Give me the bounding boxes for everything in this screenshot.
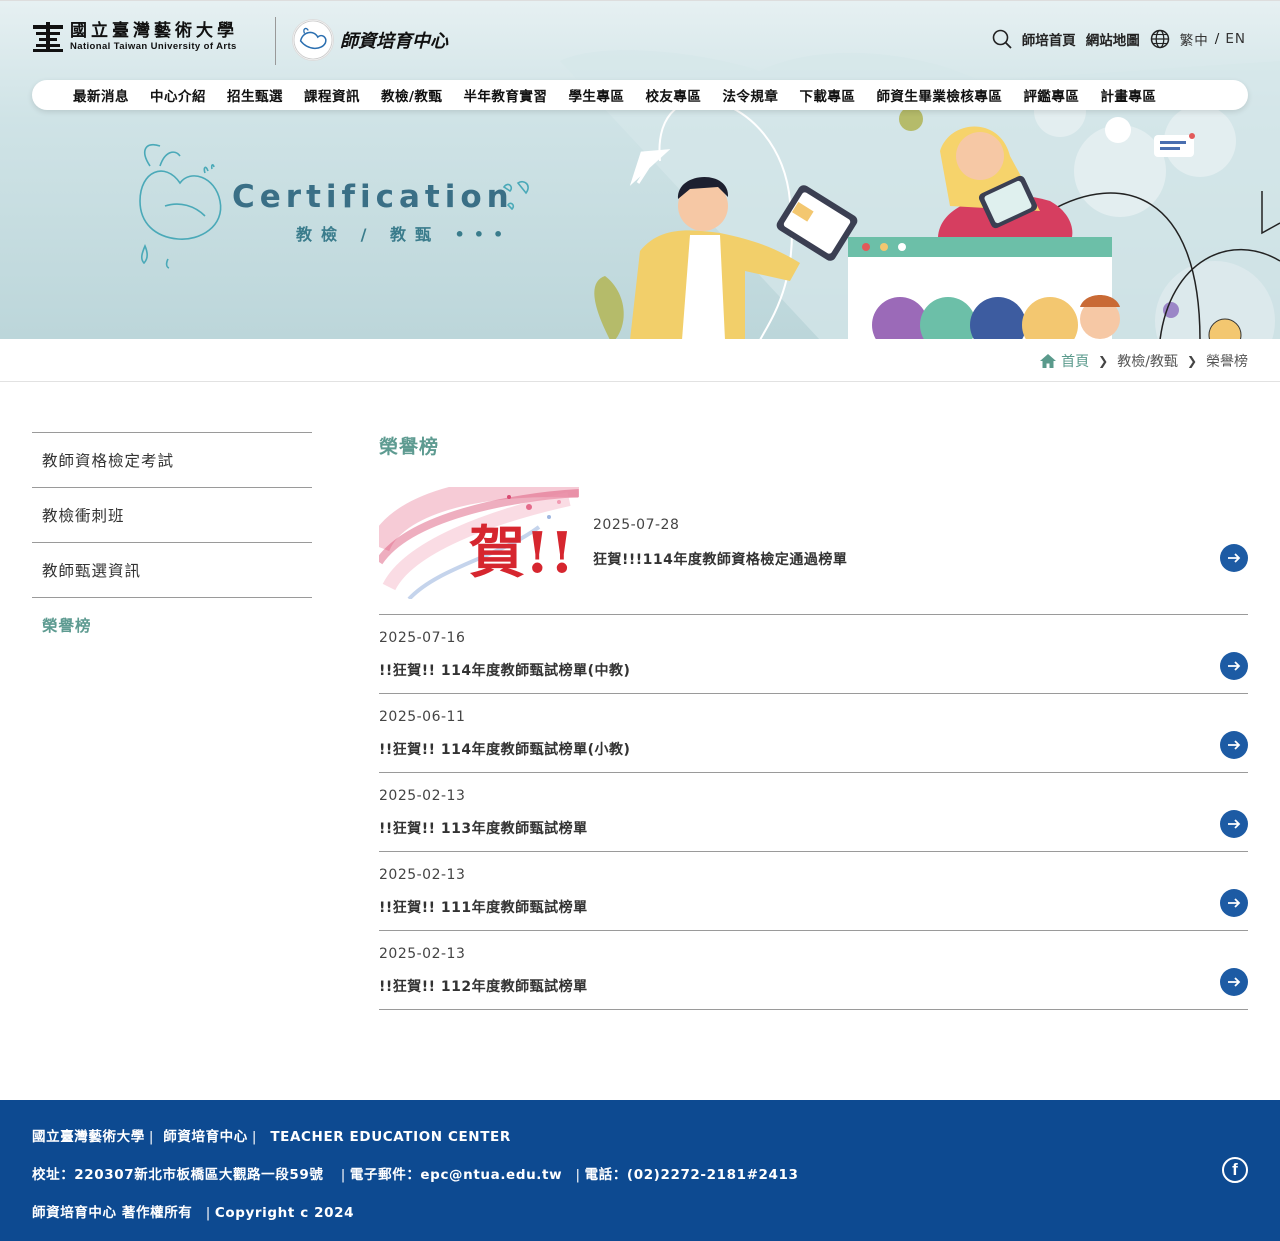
- nav-item-certification[interactable]: 教檢/教甄: [381, 85, 442, 105]
- news-title[interactable]: !!狂賀!! 114年度教師甄試榜單(小教): [379, 739, 630, 759]
- list-item[interactable]: 2025-07-16 !!狂賀!! 114年度教師甄試榜單(中教): [379, 615, 1248, 694]
- news-title[interactable]: !!狂賀!! 112年度教師甄試榜單: [379, 976, 588, 996]
- news-arrow-button[interactable]: [1220, 810, 1248, 838]
- lang-separator: /: [1214, 31, 1220, 47]
- chevron-right-icon: ❯: [1098, 354, 1109, 368]
- arrow-right-icon: [1228, 661, 1241, 671]
- nav-item-news[interactable]: 最新消息: [73, 85, 129, 105]
- footer-copyright: Copyright c 2024: [214, 1205, 355, 1221]
- lang-en-link[interactable]: EN: [1225, 31, 1246, 47]
- nav-item-downloads[interactable]: 下載專區: [799, 85, 855, 105]
- teacher-center-whale-icon: [292, 19, 334, 61]
- footer-department-en: TEACHER EDUCATION CENTER: [270, 1129, 511, 1145]
- banner-title: Certification: [232, 179, 514, 215]
- news-date: 2025-02-13: [379, 946, 466, 962]
- logo-divider: [275, 17, 276, 65]
- footer-university: 國立臺灣藝術大學: [32, 1129, 145, 1145]
- sidebar-item-sprint-class[interactable]: 教檢衝刺班: [32, 487, 312, 542]
- news-date: 2025-02-13: [379, 867, 466, 883]
- main-nav: 最新消息 中心介紹 招生甄選 課程資訊 教檢/教甄 半年教育實習 學生專區 校友…: [32, 80, 1248, 110]
- hero-banner: 國立臺灣藝術大學 National Taiwan University of A…: [0, 0, 1280, 339]
- news-title[interactable]: !!狂賀!! 113年度教師甄試榜單: [379, 818, 588, 838]
- arrow-right-icon: [1228, 819, 1241, 829]
- news-date: 2025-06-11: [379, 709, 466, 725]
- nav-item-about[interactable]: 中心介紹: [150, 85, 206, 105]
- page-title: 榮譽榜: [379, 436, 440, 458]
- footer: 國立臺灣藝術大學 | 師資培育中心 | TEACHER EDUCATION CENT…: [0, 1100, 1280, 1241]
- footer-copyright-line: 師資培育中心 著作權所有 | Copyright c 2024: [32, 1205, 355, 1221]
- breadcrumb-current: 榮譽榜: [1206, 354, 1248, 370]
- news-list: 2025-07-16 !!狂賀!! 114年度教師甄試榜單(中教) 2025-0…: [379, 615, 1248, 1010]
- nav-item-regulations[interactable]: 法令規章: [722, 85, 778, 105]
- featured-news[interactable]: 賀!! 2025-07-28 狂賀!!!114年度教師資格檢定通過榜單: [379, 487, 1248, 615]
- footer-email[interactable]: 電子郵件：epc@ntua.edu.tw: [350, 1167, 562, 1183]
- nav-item-courses[interactable]: 課程資訊: [304, 85, 360, 105]
- featured-news-arrow-button[interactable]: [1220, 544, 1248, 572]
- ntua-name-zh: 國立臺灣藝術大學: [70, 21, 238, 41]
- news-arrow-button[interactable]: [1220, 731, 1248, 759]
- footer-contact-line: 校址：220307新北市板橋區大觀路一段59號 | 電子郵件：epc@ntua.e…: [32, 1167, 799, 1183]
- list-item[interactable]: 2025-06-11 !!狂賀!! 114年度教師甄試榜單(小教): [379, 694, 1248, 773]
- main-content: 榮譽榜 賀!! 2025-07-28 狂賀!!!114年度教師資格檢定通過榜單: [379, 432, 1248, 1010]
- facebook-icon[interactable]: f: [1222, 1157, 1248, 1183]
- news-arrow-button[interactable]: [1220, 652, 1248, 680]
- top-links: 師培首頁 網站地圖 繁中 / EN: [992, 29, 1246, 49]
- nav-item-internship[interactable]: 半年教育實習: [463, 85, 547, 105]
- sitemap-link[interactable]: 網站地圖: [1086, 29, 1140, 49]
- nav-item-students[interactable]: 學生專區: [568, 85, 624, 105]
- footer-address: 校址：220307新北市板橋區大觀路一段59號: [32, 1167, 324, 1183]
- home-icon: [1040, 354, 1057, 368]
- footer-org-line: 國立臺灣藝術大學 | 師資培育中心 | TEACHER EDUCATION CENT…: [32, 1129, 511, 1145]
- news-arrow-button[interactable]: [1220, 889, 1248, 917]
- teacher-center-logo[interactable]: 師資培育中心: [292, 19, 448, 61]
- footer-department: 師資培育中心: [163, 1129, 248, 1145]
- breadcrumb: 首頁 ❯ 教檢/教甄 ❯ 榮譽榜: [1040, 351, 1248, 371]
- arrow-right-icon: [1228, 553, 1241, 563]
- teacher-center-name: 師資培育中心: [340, 31, 448, 52]
- list-item[interactable]: 2025-02-13 !!狂賀!! 111年度教師甄試榜單: [379, 852, 1248, 931]
- featured-news-image-text: 賀!!: [469, 520, 575, 586]
- banner-subtitle: 教檢 / 教甄 •••: [296, 225, 513, 244]
- arrow-right-icon: [1228, 977, 1241, 987]
- sidebar-item-recruitment-info[interactable]: 教師甄選資訊: [32, 542, 312, 597]
- home-link[interactable]: 師培首頁: [1022, 29, 1076, 49]
- sidebar-item-certification-exam[interactable]: 教師資格檢定考試: [32, 432, 312, 487]
- news-title[interactable]: !!狂賀!! 111年度教師甄試榜單: [379, 897, 588, 917]
- news-date: 2025-07-16: [379, 630, 466, 646]
- breadcrumb-bar: 首頁 ❯ 教檢/教甄 ❯ 榮譽榜: [0, 339, 1280, 382]
- nav-item-graduation-check[interactable]: 師資生畢業檢核專區: [876, 85, 1002, 105]
- ntua-seal-icon: [33, 22, 63, 52]
- search-icon[interactable]: [992, 29, 1012, 49]
- footer-phone: 電話：(02)2272-2181#2413: [584, 1167, 799, 1183]
- list-item[interactable]: 2025-02-13 !!狂賀!! 112年度教師甄試榜單: [379, 931, 1248, 1010]
- ntua-name-en: National Taiwan University of Arts: [70, 41, 237, 52]
- nav-item-alumni[interactable]: 校友專區: [645, 85, 701, 105]
- arrow-right-icon: [1228, 740, 1241, 750]
- breadcrumb-certification[interactable]: 教檢/教甄: [1117, 351, 1178, 371]
- news-title[interactable]: !!狂賀!! 114年度教師甄試榜單(中教): [379, 660, 630, 680]
- chevron-right-icon: ❯: [1186, 354, 1197, 368]
- featured-news-title[interactable]: 狂賀!!!114年度教師資格檢定通過榜單: [593, 549, 847, 569]
- nav-item-projects[interactable]: 計畫專區: [1100, 85, 1156, 105]
- sidebar: 教師資格檢定考試 教檢衝刺班 教師甄選資訊 榮譽榜: [32, 432, 312, 652]
- globe-icon: [1150, 29, 1170, 49]
- arrow-right-icon: [1228, 898, 1241, 908]
- lang-zh-link[interactable]: 繁中: [1180, 29, 1209, 49]
- news-arrow-button[interactable]: [1220, 968, 1248, 996]
- footer-copyright-owner: 師資培育中心 著作權所有: [32, 1205, 193, 1221]
- nav-item-admission[interactable]: 招生甄選: [227, 85, 283, 105]
- breadcrumb-home[interactable]: 首頁: [1040, 351, 1089, 371]
- breadcrumb-home-label: 首頁: [1061, 354, 1090, 370]
- list-item[interactable]: 2025-02-13 !!狂賀!! 113年度教師甄試榜單: [379, 773, 1248, 852]
- ntua-logo[interactable]: 國立臺灣藝術大學 National Taiwan University of A…: [32, 21, 238, 53]
- featured-news-image[interactable]: 賀!!: [379, 487, 579, 599]
- top-bar: 國立臺灣藝術大學 National Taiwan University of A…: [0, 15, 1280, 65]
- sidebar-item-honor-roll[interactable]: 榮譽榜: [32, 597, 312, 652]
- news-date: 2025-02-13: [379, 788, 466, 804]
- nav-item-evaluation[interactable]: 評鑑專區: [1023, 85, 1079, 105]
- featured-news-date: 2025-07-28: [593, 517, 680, 533]
